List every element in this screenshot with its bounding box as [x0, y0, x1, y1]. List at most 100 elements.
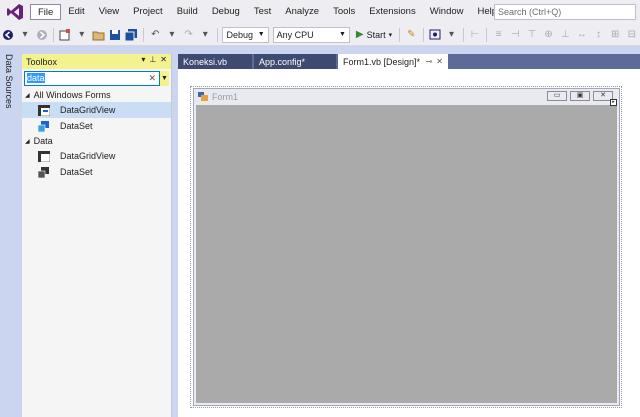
group-data[interactable]: ◢ Data: [22, 134, 171, 148]
undo-icon[interactable]: ↶: [148, 27, 163, 43]
dropdown-icon[interactable]: ▾: [444, 27, 459, 43]
solution-config-value: Debug: [226, 29, 253, 40]
open-folder-icon[interactable]: [91, 27, 106, 43]
tab-app-config[interactable]: App.config*: [254, 54, 336, 69]
data-sources-tab[interactable]: Data Sources: [4, 54, 14, 109]
maximize-icon[interactable]: ▣: [570, 91, 590, 101]
dropdown-icon[interactable]: ▾: [198, 27, 213, 43]
group-label: Data: [33, 136, 53, 146]
separator: [143, 27, 144, 42]
redo-icon[interactable]: ↷: [181, 27, 196, 43]
toolbox-panel: Toolbox ▾ ⊥ ✕ data ✕ ▼ ◢ All Windows For…: [22, 54, 172, 417]
toolbox-title: Toolbox: [26, 56, 58, 67]
form-title: Form1: [212, 91, 239, 102]
platform-select[interactable]: Any CPU ▼: [272, 26, 350, 43]
separator: [216, 27, 218, 42]
toolbox-item-datagridview[interactable]: DataGridView: [22, 102, 171, 118]
menu-file[interactable]: File: [30, 4, 62, 20]
align-lefts-icon[interactable]: ⊢: [468, 27, 483, 43]
window-position-icon[interactable]: ▾: [141, 55, 145, 64]
form-icon: [198, 92, 208, 101]
toolbox-item-dataset[interactable]: DataSet: [22, 118, 171, 134]
form1-window[interactable]: Form1 ▭ ▣ ✕: [193, 88, 620, 406]
datagridview-icon: [38, 104, 50, 116]
resize-handle[interactable]: ▸: [610, 99, 617, 106]
clear-icon[interactable]: ✕: [148, 72, 156, 85]
menu-analyze[interactable]: Analyze: [278, 4, 326, 20]
search-input[interactable]: Search (Ctrl+Q): [494, 4, 636, 20]
toolbox-item-datagridview[interactable]: DataGridView: [22, 148, 171, 164]
menu-project[interactable]: Project: [126, 4, 170, 20]
save-icon[interactable]: [108, 27, 123, 43]
start-button[interactable]: ▶ Start ▾: [356, 29, 392, 40]
menu-tools[interactable]: Tools: [326, 4, 362, 20]
minimize-icon[interactable]: ▭: [547, 91, 567, 101]
solution-config-select[interactable]: Debug ▼: [222, 26, 269, 43]
tab-label: App.config*: [259, 56, 306, 67]
item-label: DataSet: [60, 121, 93, 131]
align-tops-icon[interactable]: ⊤: [525, 27, 540, 43]
pin-icon[interactable]: ⊥: [149, 55, 156, 64]
separator: [52, 27, 54, 42]
form-client-area[interactable]: [196, 105, 617, 403]
browser-link-icon[interactable]: ✎: [404, 27, 419, 43]
toolbox-search-input[interactable]: data ✕: [24, 71, 160, 86]
forward-icon[interactable]: [34, 27, 49, 43]
toolbox-search-value: data: [27, 73, 45, 83]
standard-toolbar: ▾ ▾ ↶ ▾ ↷ ▾ Debug ▼ Any CPU ▼ ▶ Start ▾ …: [0, 24, 640, 46]
separator: [422, 27, 424, 42]
size-to-grid-icon[interactable]: ⊞: [608, 27, 623, 43]
dropdown-icon[interactable]: ▾: [18, 27, 33, 43]
separator: [462, 27, 464, 42]
form-titlebar[interactable]: Form1 ▭ ▣ ✕: [194, 89, 619, 104]
separator: [486, 27, 488, 42]
menu-debug[interactable]: Debug: [205, 4, 247, 20]
chevron-down-icon: ▾: [388, 31, 393, 39]
align-middles-icon[interactable]: ⊕: [541, 27, 556, 43]
screenshot-icon[interactable]: [428, 27, 443, 43]
chevron-down-icon[interactable]: ▼: [160, 71, 169, 86]
back-icon[interactable]: [1, 27, 16, 43]
menu-window[interactable]: Window: [423, 4, 471, 20]
chevron-down-icon: ▼: [338, 30, 346, 38]
toolbox-item-dataset[interactable]: DataSet: [22, 164, 171, 180]
item-label: DataGridView: [60, 151, 116, 161]
close-icon[interactable]: ✕: [160, 55, 167, 64]
separator: [399, 27, 401, 42]
align-bottoms-icon[interactable]: ⊥: [558, 27, 573, 43]
tab-label: Koneksi.vb: [183, 56, 228, 67]
document-tab-strip: Koneksi.vb App.config* Form1.vb [Design]…: [178, 54, 640, 69]
menu-edit[interactable]: Edit: [61, 4, 91, 20]
menu-bar: File Edit View Project Build Debug Test …: [0, 0, 640, 24]
spacing-icon[interactable]: ⊟: [625, 27, 640, 43]
tab-koneksi-vb[interactable]: Koneksi.vb: [178, 54, 252, 69]
play-icon: ▶: [355, 29, 364, 40]
align-rights-icon[interactable]: ⊣: [508, 27, 523, 43]
dropdown-icon[interactable]: ▾: [74, 27, 89, 43]
group-all-windows-forms[interactable]: ◢ All Windows Forms: [22, 88, 171, 102]
tab-form1-design[interactable]: Form1.vb [Design]* ⊸ ✕: [338, 54, 448, 69]
item-label: DataSet: [60, 167, 93, 177]
collapse-triangle-icon: ◢: [25, 92, 30, 99]
start-label: Start: [366, 29, 386, 40]
menu-test[interactable]: Test: [247, 4, 278, 20]
menu-extensions[interactable]: Extensions: [362, 4, 422, 20]
new-project-icon[interactable]: [58, 27, 73, 43]
close-icon[interactable]: ✕: [436, 56, 443, 68]
pin-icon[interactable]: ⊸: [426, 56, 433, 68]
platform-value: Any CPU: [276, 29, 314, 40]
dropdown-icon[interactable]: ▾: [165, 27, 180, 43]
menu-build[interactable]: Build: [170, 4, 205, 20]
tab-label: Form1.vb [Design]*: [343, 56, 421, 67]
make-same-height-icon[interactable]: ↕: [591, 27, 606, 43]
save-all-icon[interactable]: [124, 27, 139, 43]
group-label: All Windows Forms: [33, 90, 111, 100]
menu-view[interactable]: View: [92, 4, 126, 20]
make-same-width-icon[interactable]: ↔: [575, 27, 590, 43]
visual-studio-logo-icon[interactable]: [6, 3, 24, 21]
collapse-triangle-icon: ◢: [25, 138, 30, 145]
align-centers-icon[interactable]: ≡: [491, 27, 506, 43]
item-label: DataGridView: [60, 105, 116, 115]
chevron-down-icon: ▼: [257, 30, 265, 38]
dataset-icon: [38, 166, 49, 178]
